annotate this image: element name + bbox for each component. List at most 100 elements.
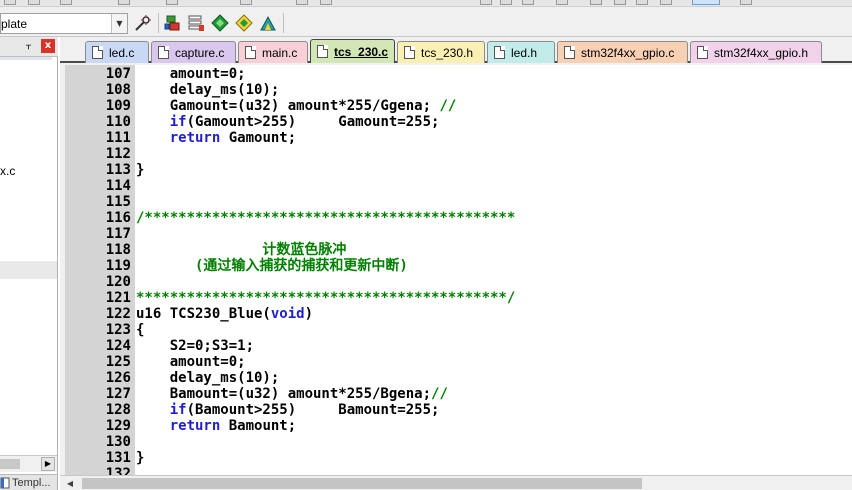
toolbar-partial-button[interactable] bbox=[614, 0, 626, 5]
code-line[interactable]: 109 Gamount=(u32) amount*255/Ggena; // bbox=[65, 98, 852, 114]
code-line[interactable]: 132 bbox=[65, 466, 852, 475]
project-tree-selection bbox=[0, 57, 52, 60]
line-number: 130 bbox=[105, 434, 131, 450]
code-line[interactable]: 116 /************************************… bbox=[65, 210, 852, 226]
tab-tcs-230-c[interactable]: tcs_230.c bbox=[310, 39, 395, 63]
code-token: // bbox=[431, 386, 448, 402]
code-line[interactable]: 127 Bamount=(u32) amount*255/Bgena;// bbox=[65, 386, 852, 402]
code-text: S2=0;S3=1; bbox=[136, 338, 254, 354]
toolbar-partial-button[interactable] bbox=[296, 0, 308, 5]
editor-horizontal-scrollbar[interactable]: ◀ bbox=[60, 475, 852, 490]
toolbar-partial-button[interactable] bbox=[692, 0, 720, 5]
toolbar-partial-button[interactable] bbox=[636, 0, 648, 5]
code-line[interactable]: 112 bbox=[65, 146, 852, 162]
chevron-down-icon[interactable]: ▼ bbox=[111, 14, 127, 33]
line-number: 129 bbox=[105, 418, 131, 434]
toolbar-partial-button[interactable] bbox=[500, 0, 512, 5]
tab-capture-c[interactable]: capture.c bbox=[151, 41, 236, 63]
scrollbar-thumb[interactable] bbox=[82, 478, 642, 489]
tab-label: capture.c bbox=[175, 45, 225, 60]
code-line[interactable]: 121 *************************************… bbox=[65, 290, 852, 306]
pack-installer-icon[interactable] bbox=[211, 14, 229, 32]
line-number: 119 bbox=[105, 258, 131, 274]
code-token: return bbox=[169, 130, 221, 146]
target-options-icon[interactable] bbox=[134, 14, 152, 32]
code-line[interactable]: 125 amount=0; bbox=[65, 354, 852, 370]
code-line[interactable]: 117 bbox=[65, 226, 852, 242]
manage-project-items-icon[interactable] bbox=[164, 14, 182, 32]
line-number: 128 bbox=[105, 402, 131, 418]
code-token: ) bbox=[304, 306, 314, 322]
close-icon[interactable]: x bbox=[41, 39, 55, 53]
line-number: 124 bbox=[105, 338, 131, 354]
tab-main-c[interactable]: main.c bbox=[238, 41, 308, 63]
code-line[interactable]: 107 amount=0; bbox=[65, 66, 852, 82]
toolbar-partial-button[interactable] bbox=[4, 0, 16, 5]
code-line[interactable]: 108 delay_ms(10); bbox=[65, 82, 852, 98]
toolbar-partial-button[interactable] bbox=[166, 0, 178, 5]
code-line[interactable]: 113} bbox=[65, 162, 852, 178]
code-line[interactable]: 115 bbox=[65, 194, 852, 210]
code-line[interactable]: 111 return Gamount; bbox=[65, 130, 852, 146]
code-token: void bbox=[270, 306, 305, 322]
code-token: amount=0; bbox=[136, 66, 246, 82]
code-line[interactable]: 120 bbox=[65, 274, 852, 290]
project-pane-scrollbar[interactable]: ▶ bbox=[0, 455, 57, 472]
code-line[interactable]: 129 return Bamount; bbox=[65, 418, 852, 434]
manage-components-icon[interactable] bbox=[235, 14, 253, 32]
scrollbar-thumb[interactable] bbox=[0, 459, 20, 469]
toolbar-partial-button[interactable] bbox=[660, 0, 672, 5]
toolbar-partial-button[interactable] bbox=[480, 0, 492, 5]
tab-led-c[interactable]: led.c bbox=[85, 41, 149, 63]
code-token: if bbox=[169, 402, 187, 418]
code-text: u16 TCS230_Blue(void) bbox=[136, 306, 313, 322]
code-line[interactable]: 130 bbox=[65, 434, 852, 450]
run-time-environment-icon[interactable] bbox=[259, 14, 277, 32]
toolbar-partial-button[interactable] bbox=[28, 0, 40, 5]
code-token: } bbox=[136, 450, 145, 466]
toolbar-partial-button[interactable] bbox=[556, 0, 568, 5]
code-line[interactable]: 110 if(Gamount>255) Gamount=255; bbox=[65, 114, 852, 130]
toolbar-partial-button[interactable] bbox=[740, 0, 752, 5]
code-line[interactable]: 123 { bbox=[65, 322, 852, 338]
code-text: (通过输入捕获的捕获和更新中断) bbox=[136, 258, 408, 274]
tab-tcs-230-h[interactable]: tcs_230.h bbox=[397, 41, 485, 63]
code-line[interactable]: 124 S2=0;S3=1; bbox=[65, 338, 852, 354]
line-number: 122 bbox=[105, 306, 131, 322]
toolbar-partial-button[interactable] bbox=[320, 0, 332, 5]
scroll-right-icon[interactable]: ▶ bbox=[41, 457, 55, 471]
target-select[interactable]: plate ▼ bbox=[0, 13, 128, 34]
scroll-left-icon[interactable]: ◀ bbox=[63, 477, 77, 490]
code-line[interactable]: 114 bbox=[65, 178, 852, 194]
toolbar-partial-button[interactable] bbox=[522, 0, 534, 5]
pin-icon[interactable]: ᚁ bbox=[26, 40, 31, 51]
code-token: Bamount=(u32) amount*255/Bgena; bbox=[136, 386, 432, 402]
toolbar-partial-button[interactable] bbox=[60, 0, 72, 5]
tab-stm32f4xx-gpio-h[interactable]: stm32f4xx_gpio.h bbox=[690, 41, 822, 63]
project-tab[interactable]: Templ... bbox=[0, 474, 57, 490]
toolbar-partial-button[interactable] bbox=[240, 0, 252, 5]
code-line[interactable]: 119 (通过输入捕获的捕获和更新中断) bbox=[65, 258, 852, 274]
code-line[interactable]: 128 if(Bamount>255) Bamount=255; bbox=[65, 402, 852, 418]
code-text: amount=0; bbox=[136, 66, 246, 82]
tab-led-h[interactable]: led.h bbox=[487, 41, 555, 63]
code-token: 计数蓝色脉冲 bbox=[136, 242, 347, 258]
code-line[interactable]: 126 delay_ms(10); bbox=[65, 370, 852, 386]
code-token: delay_ms(10); bbox=[136, 370, 280, 386]
tab-label: main.c bbox=[262, 45, 298, 60]
line-number: 125 bbox=[105, 354, 131, 370]
code-editor[interactable]: 107 amount=0; 108 delay_ms(10); 109 Gamoun… bbox=[65, 65, 852, 475]
project-tree-item[interactable]: x.c bbox=[0, 164, 15, 178]
code-line[interactable]: 118 计数蓝色脉冲 bbox=[65, 242, 852, 258]
tab-label: tcs_230.c bbox=[334, 44, 389, 59]
toolbar-partial-button[interactable] bbox=[590, 0, 602, 5]
file-icon bbox=[404, 46, 415, 59]
file-icon bbox=[158, 46, 169, 59]
code-line[interactable]: 131} bbox=[65, 450, 852, 466]
project-tree-highlighted-row[interactable] bbox=[0, 261, 57, 279]
toolbar-partial-button[interactable] bbox=[118, 0, 130, 5]
code-line[interactable]: 122 u16 TCS230_Blue(void) bbox=[65, 306, 852, 322]
tab-stm32f4xx-gpio-c[interactable]: stm32f4xx_gpio.c bbox=[557, 41, 688, 63]
select-packs-icon[interactable] bbox=[187, 14, 205, 32]
file-icon bbox=[92, 46, 103, 59]
